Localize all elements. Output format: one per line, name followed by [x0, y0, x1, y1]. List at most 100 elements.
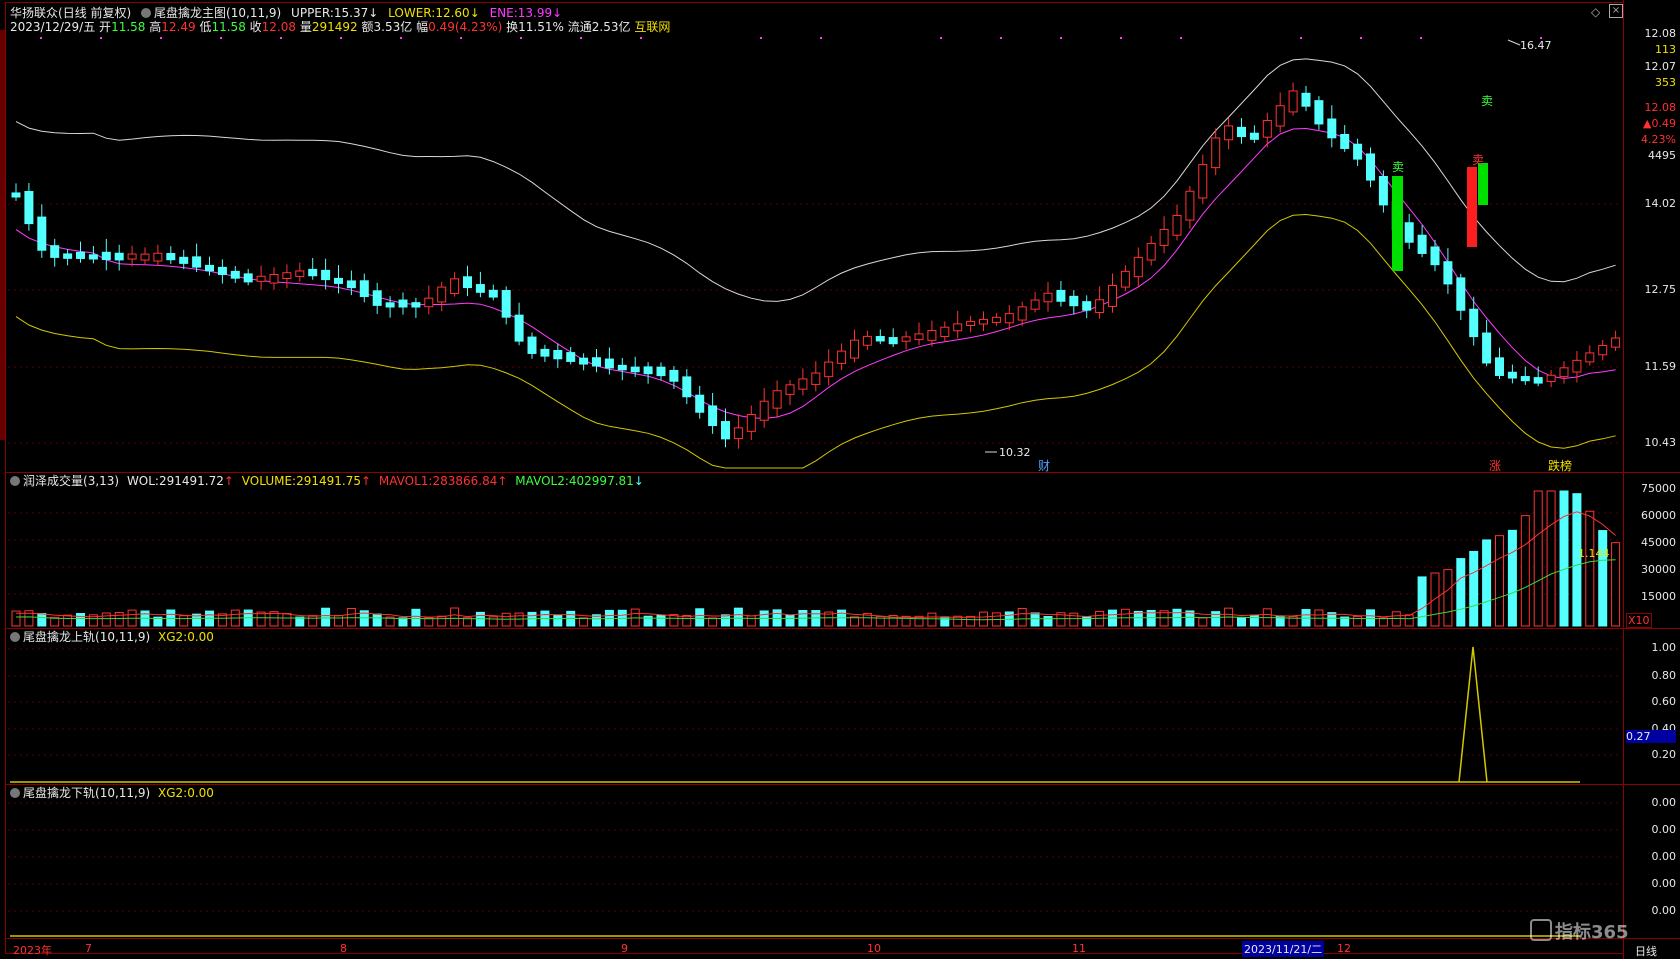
indicator-name[interactable]: 尾盘擒龙主图 [154, 6, 226, 20]
volume-bar [1353, 615, 1363, 627]
candle-body [76, 251, 85, 259]
stock-name[interactable]: 华扬联众 [10, 6, 58, 20]
sell-signal-label-3: 卖 [1481, 94, 1494, 108]
candle-body [1469, 308, 1479, 338]
diamond-icon[interactable]: ◇ [1591, 5, 1600, 19]
volume-title[interactable]: 润泽成交量 [23, 474, 83, 488]
candle-body [1108, 285, 1117, 307]
volume-bar [450, 607, 460, 627]
volume-bar [411, 608, 421, 627]
info-volume-2: 353 [1655, 76, 1676, 89]
candle-body [1237, 126, 1246, 138]
signal-dot [520, 37, 522, 39]
settings-icon[interactable] [10, 788, 20, 798]
candle-body [1366, 153, 1375, 181]
upper-band-line [15, 58, 1616, 302]
volume-bar [1043, 616, 1053, 627]
drop-list-marker[interactable]: 跌榜 [1548, 457, 1572, 474]
sector-link[interactable]: 互联网 [634, 20, 670, 34]
arrow-up-icon: ↑ [360, 474, 372, 488]
candle-body [1288, 90, 1298, 113]
close-icon[interactable]: × [1609, 4, 1623, 18]
candle-body [1224, 125, 1234, 141]
lower-rail-axis-label: 0.00 [1651, 850, 1677, 863]
arrow-up-icon: ↑ [497, 474, 508, 488]
min-price-label: 10.32 [999, 446, 1031, 459]
volume-header: 润泽成交量(3,13) WOL:291491.72↑ VOLUME:291491… [10, 474, 644, 488]
candle-body [153, 252, 163, 262]
candle-body [1495, 357, 1504, 376]
sell-signal-bar-1 [1392, 176, 1403, 271]
rise-marker[interactable]: 涨 [1489, 457, 1501, 474]
settings-icon[interactable] [10, 632, 20, 642]
candle-body [656, 366, 666, 377]
price-axis-label: 12.75 [1644, 283, 1677, 296]
candle-body [334, 277, 343, 284]
candle-body [592, 357, 601, 367]
candle-body [1482, 332, 1492, 364]
low-label: 低 [199, 20, 212, 34]
signal-dot [1000, 37, 1002, 39]
candle-body [824, 361, 834, 378]
candle-body [1275, 105, 1285, 127]
wol-value: 291491.72 [158, 474, 224, 488]
arrow-down-icon: ↓ [469, 6, 480, 20]
candle-body [450, 278, 460, 294]
volume-bar [721, 614, 730, 627]
left-side-tab[interactable] [0, 30, 5, 440]
volume-bar [372, 613, 382, 627]
volume-bar [1585, 510, 1595, 627]
candle-body [127, 253, 137, 260]
candle-body [888, 337, 898, 345]
period-label[interactable]: 日线 [1635, 943, 1657, 959]
upper-value: 15.37 [333, 6, 369, 20]
volume-bar [63, 614, 73, 627]
volume-axis-label: 15000 [1641, 590, 1676, 603]
float-label: 流通 [567, 20, 592, 34]
turn-label: 换 [506, 20, 519, 34]
volume-bar [1404, 614, 1414, 627]
candle-body [1404, 222, 1414, 243]
upper-rail-title[interactable]: 尾盘擒龙上轨 [23, 630, 95, 644]
info-volume: 113 [1655, 43, 1676, 56]
mavol1-value: 283866.84 [432, 474, 498, 488]
upper-rail-axis-label: 0.60 [1651, 695, 1677, 708]
candle-body [1159, 228, 1169, 246]
candle-body [1056, 289, 1066, 302]
candle-body [101, 251, 111, 261]
xg2-value: 0.00 [187, 786, 214, 800]
chg-value: 0.49(4.23%) [428, 20, 503, 34]
signal-dot [1060, 37, 1062, 39]
signal-dot [640, 37, 642, 39]
candle-body [1314, 100, 1324, 125]
volume-bar [1378, 617, 1388, 627]
candle-body [1133, 256, 1143, 278]
candle-body [1030, 299, 1040, 310]
candle-body [243, 273, 253, 283]
time-axis[interactable]: 2023年 7 8 9 10 11 2023/11/21/二 12 [5, 940, 1623, 959]
candle-body [1069, 295, 1079, 307]
upper-rail-spike [1458, 646, 1488, 783]
candle-body [901, 336, 911, 342]
candle-body [114, 252, 124, 261]
candle-body [411, 302, 421, 308]
candle-body [63, 253, 73, 259]
candle-body [1417, 234, 1427, 254]
upper-rail-params: (10,11,9) [95, 630, 151, 644]
candle-body [488, 289, 498, 298]
candle-body [850, 339, 859, 359]
settings-icon[interactable] [141, 8, 152, 18]
volume-bar [1507, 529, 1517, 627]
candle-body [1004, 313, 1014, 324]
lower-rail-params: (10,11,9) [95, 786, 151, 800]
lower-value: 12.60 [435, 6, 470, 20]
volume-params: (3,13) [83, 474, 120, 488]
candle-body [1456, 277, 1466, 311]
lower-rail-title[interactable]: 尾盘擒龙下轨 [23, 786, 95, 800]
lower-label: LOWER: [388, 6, 436, 20]
time-axis-label: 10 [867, 942, 881, 955]
volume-bar [695, 608, 705, 627]
finance-marker[interactable]: 财 [1038, 457, 1050, 474]
settings-icon[interactable] [10, 476, 20, 486]
candle-body [1095, 299, 1105, 313]
